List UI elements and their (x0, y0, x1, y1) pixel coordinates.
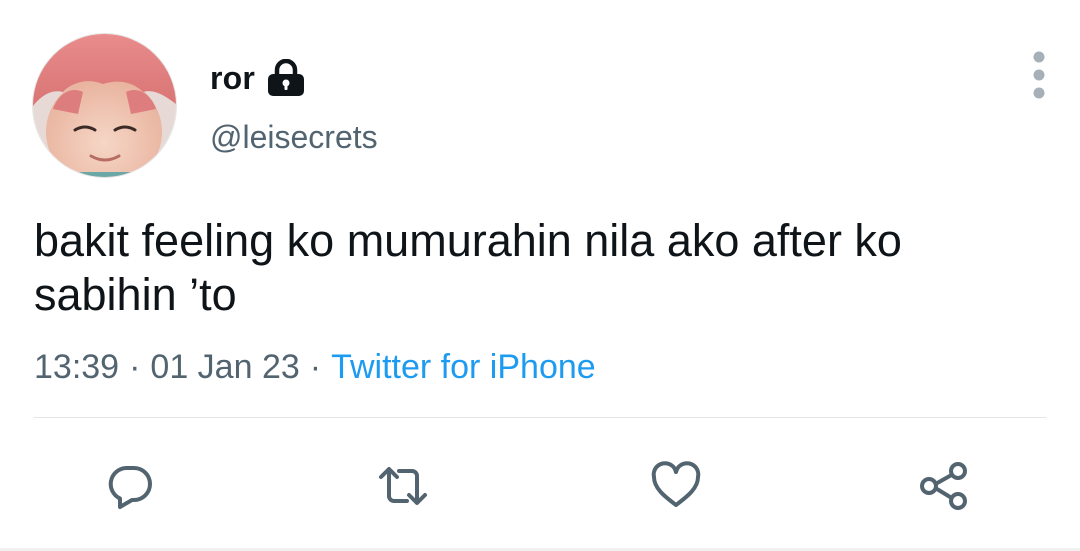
divider (34, 417, 1046, 418)
more-vertical-icon[interactable] (1024, 48, 1054, 102)
author-handle[interactable]: @leisecrets (210, 117, 378, 157)
tweet-meta: 13:39 · 01 Jan 23 · Twitter for iPhone (34, 347, 596, 387)
author-display-name[interactable]: ror (210, 58, 255, 98)
reply-button[interactable] (102, 458, 158, 514)
meta-separator: · (129, 348, 141, 386)
like-button[interactable] (648, 458, 704, 514)
lock-icon (268, 59, 305, 96)
reply-icon (108, 466, 152, 509)
tweet-text: bakit feeling ko mumurahin nila ako afte… (34, 215, 915, 320)
share-icon (920, 462, 967, 510)
meta-separator: · (309, 348, 322, 386)
tweet-time[interactable]: 13:39 (34, 348, 119, 386)
tweet-date[interactable]: 01 Jan 23 (150, 348, 299, 386)
avatar-photo (33, 34, 176, 177)
share-button[interactable] (916, 458, 972, 514)
retweet-icon (379, 467, 427, 505)
heart-icon (651, 461, 701, 507)
author-name-row: ror (210, 58, 306, 98)
avatar[interactable] (32, 33, 177, 178)
tweet-source-link[interactable]: Twitter for iPhone (331, 348, 596, 386)
retweet-button[interactable] (375, 458, 431, 514)
